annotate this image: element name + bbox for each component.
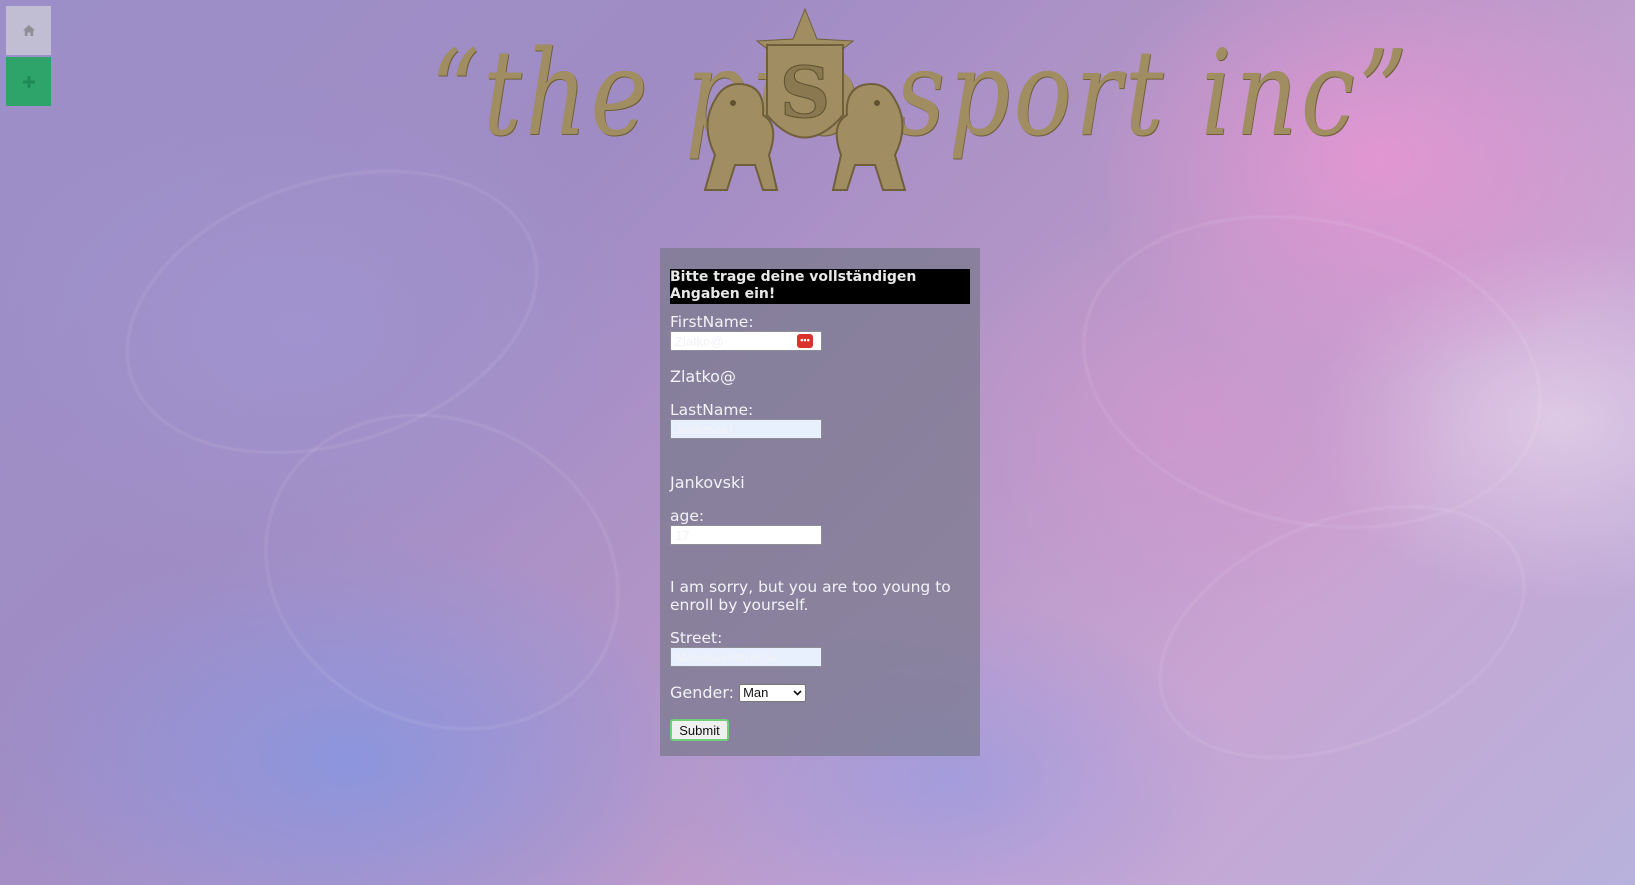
lastname-label: LastName: <box>670 401 754 419</box>
age-value: 17 <box>675 527 690 543</box>
gender-value: Man <box>743 685 769 700</box>
firstname-label: FirstName: <box>670 313 754 331</box>
lastname-value: Jankovski <box>675 421 733 437</box>
gender-label: Gender: <box>670 683 735 702</box>
street-label: Street: <box>670 629 723 647</box>
form-heading: Bitte trage deine vollständigen Angaben … <box>670 269 970 304</box>
logo: “the pro sport inc” S <box>430 0 1408 205</box>
password-manager-icon[interactable]: ••• <box>797 334 813 348</box>
firstname-input[interactable]: Zlatko@ ••• <box>670 331 822 351</box>
smoke-wisp <box>1053 175 1571 569</box>
chevron-down-icon <box>793 689 802 696</box>
age-input[interactable]: 17 <box>670 525 822 545</box>
firstname-value: Zlatko@ <box>675 333 724 349</box>
home-icon <box>22 25 35 36</box>
plus-icon <box>22 75 35 88</box>
add-button[interactable] <box>6 57 51 106</box>
firstname-echo: Zlatko@ <box>670 367 736 386</box>
registration-form: Bitte trage deine vollständigen Angaben … <box>660 248 980 756</box>
lastname-echo: Jankovski <box>670 473 745 492</box>
street-value: Manessenstrasse <box>675 649 777 665</box>
lion-crest-emblem: S <box>703 7 907 191</box>
lastname-input[interactable]: Jankovski <box>670 419 822 439</box>
submit-button[interactable]: Submit <box>670 719 729 741</box>
home-button[interactable] <box>6 6 51 55</box>
gender-row: Gender: Man <box>670 683 970 702</box>
street-input[interactable]: Manessenstrasse <box>670 647 822 667</box>
gender-select[interactable]: Man <box>739 683 807 702</box>
age-label: age: <box>670 507 705 525</box>
svg-text:S: S <box>780 51 831 134</box>
age-warning-message: I am sorry, but you are too young to enr… <box>670 578 951 614</box>
